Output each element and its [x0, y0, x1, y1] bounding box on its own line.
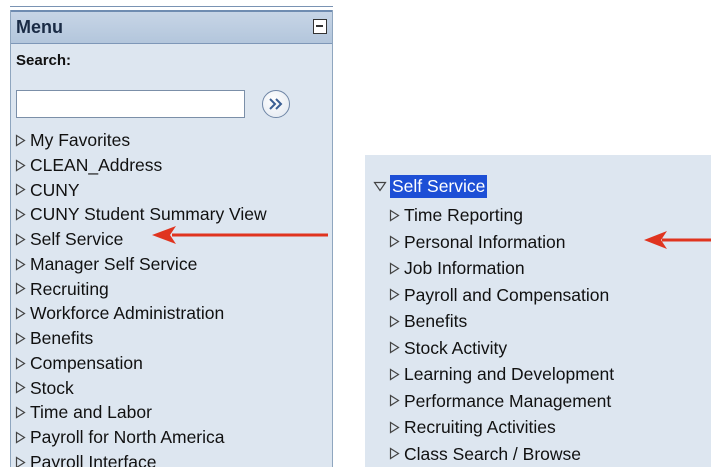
menu-item-clean-address[interactable]: CLEAN_Address [15, 153, 267, 178]
triangle-right-icon [15, 431, 26, 444]
menu-item-label: Self Service [30, 229, 124, 249]
triangle-right-icon [15, 406, 26, 419]
triangle-right-icon [15, 357, 26, 370]
triangle-right-icon [15, 159, 26, 172]
triangle-right-icon [15, 456, 26, 467]
submenu-item-label: Job Information [404, 258, 525, 278]
triangle-right-icon [15, 208, 26, 221]
submenu-item-performance-management[interactable]: Performance Management [389, 388, 614, 415]
submenu-item-label: Payroll and Compensation [404, 284, 610, 305]
submenu-item-label: Benefits [404, 311, 468, 331]
menu-item-stock[interactable]: Stock [15, 376, 267, 401]
menu-item-compensation[interactable]: Compensation [15, 351, 267, 376]
triangle-right-icon [389, 421, 400, 434]
menu-item-label-highlighted: Self Service [390, 174, 488, 198]
submenu-item-label: Stock Activity [404, 337, 508, 358]
submenu-item-benefits[interactable]: Benefits [389, 308, 614, 335]
menu-header: Menu [11, 10, 332, 44]
submenu-item-payroll-and-compensation[interactable]: Payroll and Compensation [389, 282, 614, 309]
triangle-right-icon [15, 183, 26, 196]
submenu-item-time-reporting[interactable]: Time Reporting [389, 202, 614, 229]
submenu-item-class-search-browse[interactable]: Class Search / Browse [389, 441, 614, 467]
menu-top-border [10, 6, 333, 7]
triangle-right-icon [389, 315, 400, 328]
triangle-right-icon [15, 233, 26, 246]
expanded-menu-panel: Self Service Time Reporting Personal Inf… [365, 155, 711, 467]
search-go-button[interactable] [262, 90, 290, 118]
submenu-item-label: Recruiting Activities [404, 417, 556, 437]
submenu-item-label: Class Search / Browse [404, 443, 582, 464]
annotation-arrow-right [644, 231, 711, 249]
triangle-down-icon [373, 181, 387, 192]
triangle-right-icon [15, 282, 26, 295]
menu-item-label: Benefits [30, 328, 94, 348]
menu-item-workforce-administration[interactable]: Workforce Administration [15, 301, 267, 326]
double-chevron-right-icon [269, 98, 283, 110]
menu-list: My Favorites CLEAN_Address CUNY CUNY Stu… [15, 128, 267, 467]
triangle-right-icon [389, 262, 400, 275]
menu-item-payroll-interface[interactable]: Payroll Interface [15, 450, 267, 467]
annotation-arrow-left [152, 226, 328, 244]
triangle-right-icon [15, 332, 26, 345]
menu-item-label: CLEAN_Address [30, 154, 163, 175]
triangle-right-icon [389, 368, 400, 381]
menu-item-label: My Favorites [30, 130, 131, 150]
triangle-right-icon [389, 394, 400, 407]
menu-item-label: Payroll for North America [30, 427, 225, 447]
submenu-item-label: Learning and Development [404, 364, 615, 384]
triangle-right-icon [389, 235, 400, 248]
collapse-minus-icon[interactable] [313, 19, 327, 34]
menu-item-label: Manager Self Service [30, 253, 198, 274]
triangle-right-icon [15, 381, 26, 394]
submenu-item-label: Personal Information [404, 231, 566, 252]
menu-title: Menu [16, 17, 63, 37]
triangle-right-icon [389, 288, 400, 301]
menu-item-label: Time and Labor [30, 402, 152, 423]
menu-item-cuny[interactable]: CUNY [15, 178, 267, 203]
search-input[interactable] [16, 90, 245, 118]
menu-item-label: Compensation [30, 352, 143, 373]
menu-item-label: Recruiting [30, 278, 109, 299]
menu-item-label: Workforce Administration [30, 303, 225, 324]
triangle-right-icon [15, 134, 26, 147]
triangle-right-icon [15, 307, 26, 320]
submenu-list: Time Reporting Personal Information Job … [389, 202, 614, 467]
menu-item-recruiting[interactable]: Recruiting [15, 277, 267, 302]
menu-item-self-service-expanded[interactable]: Self Service [373, 174, 488, 198]
triangle-right-icon [389, 447, 400, 460]
menu-item-label: Payroll Interface [30, 451, 157, 467]
menu-item-benefits[interactable]: Benefits [15, 326, 267, 351]
triangle-right-icon [15, 258, 26, 271]
search-label: Search: [16, 52, 72, 69]
submenu-item-learning-and-development[interactable]: Learning and Development [389, 361, 614, 388]
menu-item-label: Stock [30, 377, 74, 398]
submenu-item-label: Performance Management [404, 390, 612, 411]
submenu-item-label: Time Reporting [404, 205, 523, 225]
menu-item-manager-self-service[interactable]: Manager Self Service [15, 252, 267, 277]
menu-item-time-and-labor[interactable]: Time and Labor [15, 400, 267, 425]
submenu-item-recruiting-activities[interactable]: Recruiting Activities [389, 414, 614, 441]
triangle-right-icon [389, 341, 400, 354]
submenu-item-personal-information[interactable]: Personal Information [389, 229, 614, 256]
submenu-item-stock-activity[interactable]: Stock Activity [389, 335, 614, 362]
submenu-item-job-information[interactable]: Job Information [389, 255, 614, 282]
menu-item-payroll-for-north-america[interactable]: Payroll for North America [15, 425, 267, 450]
menu-item-label: CUNY [30, 179, 80, 200]
menu-item-my-favorites[interactable]: My Favorites [15, 128, 267, 153]
triangle-right-icon [389, 209, 400, 222]
